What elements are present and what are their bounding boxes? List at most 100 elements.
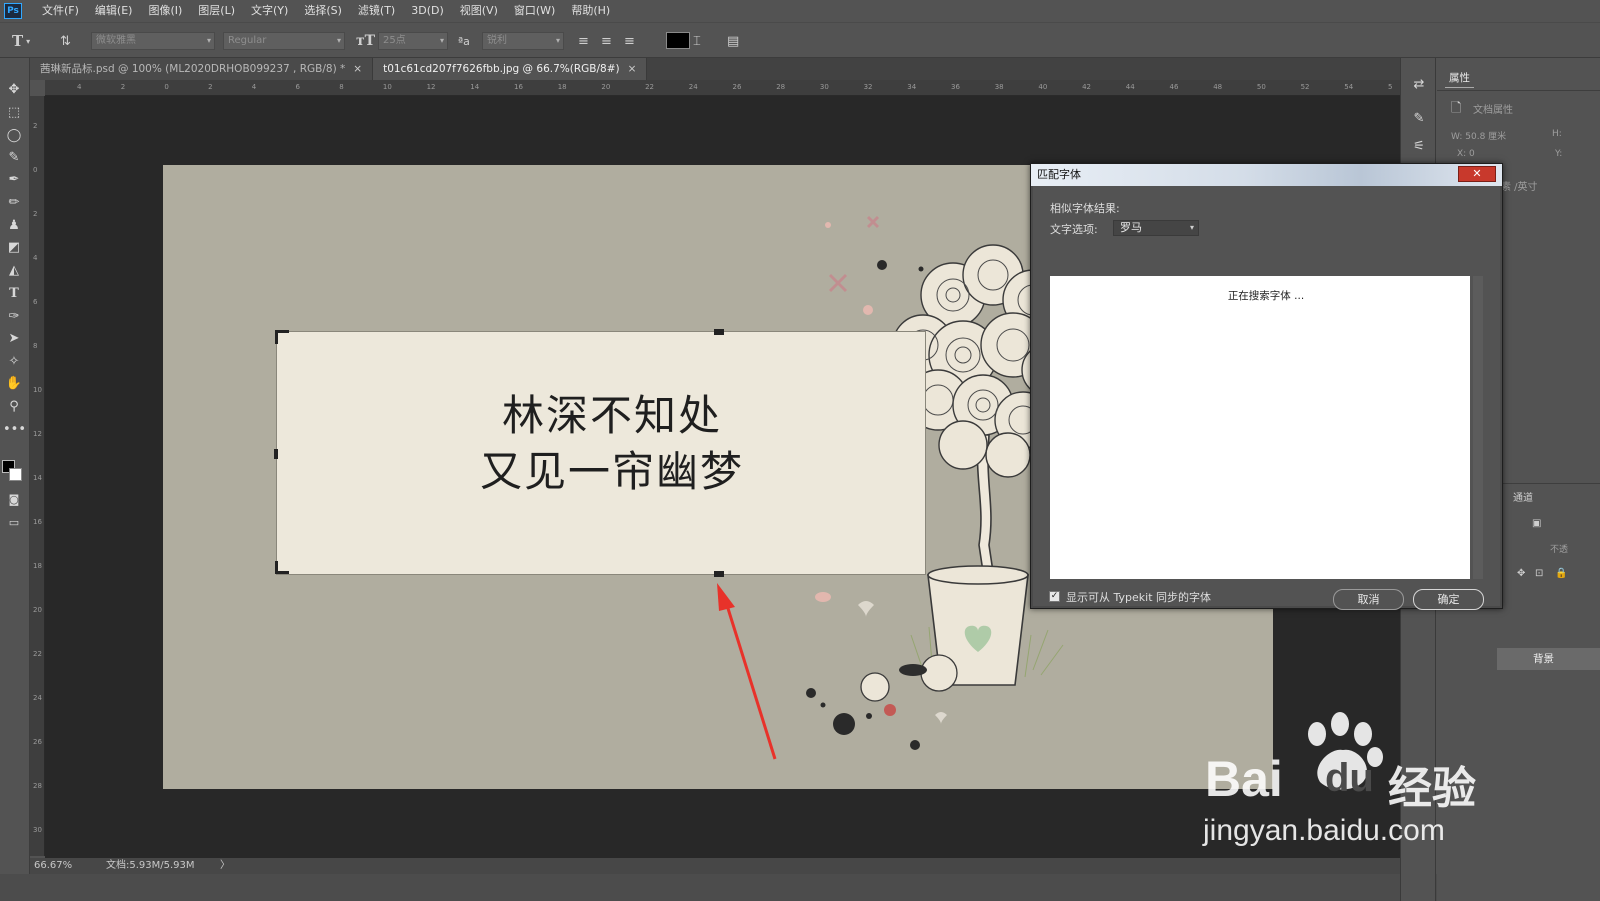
eraser-tool-icon[interactable]: ◩	[3, 238, 25, 258]
banner-line-1: 林深不知处	[501, 391, 722, 440]
stamp-tool-icon[interactable]: ♟	[3, 216, 25, 236]
type-tool-preset-icon[interactable]: T ▾	[12, 23, 30, 59]
ruler-tick-label: 4	[251, 83, 257, 91]
tab-document-psd[interactable]: 茜琳新品标.psd @ 100% (ML2020DRHOB099237 , RG…	[30, 58, 374, 80]
photoshop-logo-icon: Ps	[4, 3, 22, 19]
menu-type[interactable]: 文字(Y)	[243, 0, 296, 22]
dialog-title: 匹配字体	[1037, 168, 1081, 181]
ruler-tick-label: 16	[33, 518, 42, 526]
baidu-brand-c: 经验	[1388, 764, 1476, 813]
toggle-orientation-icon[interactable]: ⇅	[60, 23, 71, 59]
transform-handle[interactable]	[275, 561, 278, 574]
zoom-level[interactable]: 66.67%	[34, 858, 72, 874]
typekit-checkbox-label[interactable]: 显示可从 Typekit 同步的字体	[1066, 589, 1211, 605]
ruler-tick-label: 50	[1256, 83, 1266, 91]
ruler-tick-label: 12	[426, 83, 436, 91]
divider	[1437, 90, 1600, 91]
ruler-tick-label: 54	[1344, 83, 1354, 91]
text-color-swatch[interactable]	[666, 32, 690, 49]
options-bar: T ▾ ⇅ 微软雅黑 ▾ Regular ▾ ᴛT 25点 ▾ ªa 锐利 ▾ ≡ ≡ ≡…	[0, 22, 1600, 58]
transform-handle[interactable]	[275, 330, 278, 344]
warp-text-icon[interactable]: ⌶	[693, 23, 701, 59]
transform-handle[interactable]	[714, 571, 724, 577]
menu-layer[interactable]: 图层(L)	[190, 0, 243, 22]
vertical-ruler: 2 0 2 4 6 8 10 12 14 16 18 20 22 24 26 28 30	[30, 96, 45, 856]
history-panel-icon[interactable]: ⇄	[1410, 76, 1428, 94]
close-icon[interactable]: ×	[353, 63, 362, 75]
font-style-select[interactable]: Regular ▾	[223, 32, 345, 50]
menu-edit[interactable]: 编辑(E)	[87, 0, 141, 22]
align-right-icon[interactable]: ≡	[624, 23, 635, 59]
transform-handle[interactable]	[714, 329, 724, 335]
menu-image[interactable]: 图像(I)	[140, 0, 190, 22]
status-menu-arrow-icon[interactable]: 〉	[220, 858, 230, 874]
lasso-tool-icon[interactable]: ◯	[3, 126, 25, 146]
menu-filter[interactable]: 滤镜(T)	[350, 0, 403, 22]
close-icon[interactable]: ×	[628, 63, 637, 75]
banner-line-2: 又见一帘幽梦	[479, 447, 744, 496]
screen-mode-icon[interactable]: ▭	[3, 513, 25, 533]
pen-tool-icon[interactable]: ✑	[3, 307, 25, 327]
dialog-titlebar[interactable]: 匹配字体 ✕	[1031, 164, 1502, 186]
more-tools-icon[interactable]: •••	[3, 420, 26, 440]
layer-row[interactable]: 背景	[1497, 648, 1600, 670]
menu-3d[interactable]: 3D(D)	[403, 0, 452, 22]
typekit-checkbox[interactable]: ✓	[1049, 591, 1060, 602]
move-tool-icon[interactable]: ✥	[3, 80, 25, 100]
horizontal-ruler: 4 2 0 2 4 6 8 10 12 14 16 18 20 22 24 26 28 30 32 34 36 38 40 4…	[45, 80, 1400, 96]
opacity-label: 不透	[1550, 545, 1569, 555]
quick-mask-icon[interactable]: ◙	[3, 490, 25, 510]
text-option-select[interactable]: 罗马 ▾	[1113, 220, 1199, 236]
quick-select-tool-icon[interactable]: ✎	[3, 148, 25, 168]
artboard-icon[interactable]: ⊡	[1535, 568, 1543, 579]
font-size-select[interactable]: 25点 ▾	[378, 32, 448, 50]
ok-button[interactable]: 确定	[1413, 589, 1484, 610]
background-color-swatch[interactable]	[9, 468, 22, 481]
menu-file[interactable]: 文件(F)	[34, 0, 87, 22]
close-icon[interactable]: ✕	[1458, 166, 1496, 182]
searching-message: 正在搜索字体 ...	[1227, 290, 1305, 302]
brush-settings-icon[interactable]: ✎	[1410, 110, 1428, 128]
cancel-button[interactable]: 取消	[1333, 589, 1404, 610]
ruler-tick-label: 28	[33, 782, 42, 790]
image-icon[interactable]: ▣	[1532, 518, 1541, 529]
blur-tool-icon[interactable]: ◭	[3, 261, 25, 281]
font-family-select[interactable]: 微软雅黑 ▾	[91, 32, 215, 50]
tab-properties[interactable]: 属性	[1445, 68, 1474, 88]
font-results-list[interactable]: 正在搜索字体 ...	[1050, 276, 1470, 579]
menu-select[interactable]: 选择(S)	[296, 0, 350, 22]
results-scrollbar[interactable]	[1473, 276, 1483, 579]
eyedropper-tool-icon[interactable]: ✒	[3, 170, 25, 190]
path-select-tool-icon[interactable]: ➤	[3, 329, 25, 349]
ruler-tick-label: 6	[33, 298, 38, 306]
marquee-tool-icon[interactable]: ⬚	[3, 103, 25, 123]
ruler-tick-label: 0	[164, 83, 169, 91]
menu-window[interactable]: 窗口(W)	[506, 0, 563, 22]
menu-view[interactable]: 视图(V)	[452, 0, 506, 22]
align-center-icon[interactable]: ≡	[601, 23, 612, 59]
antialias-select[interactable]: 锐利 ▾	[482, 32, 564, 50]
adjustments-icon[interactable]: ⚟	[1410, 138, 1428, 156]
banner-text[interactable]: 林深不知处 又见一帘幽梦	[277, 388, 947, 500]
text-banner[interactable]: 林深不知处 又见一帘幽梦	[274, 329, 926, 577]
ruler-tick-label: 8	[339, 83, 344, 91]
shape-tool-icon[interactable]: ✧	[3, 352, 25, 372]
hand-tool-icon[interactable]: ✋	[3, 374, 25, 394]
ruler-tick-label: 14	[33, 474, 42, 482]
ruler-tick-label: 24	[33, 694, 42, 702]
brush-tool-icon[interactable]: ✏	[3, 193, 25, 213]
lock-position-icon[interactable]: ✥	[1517, 568, 1525, 579]
ruler-tick-label: 44	[1125, 83, 1135, 91]
type-tool-icon[interactable]: T	[3, 284, 25, 304]
ruler-tick-label: 24	[688, 83, 698, 91]
menu-help[interactable]: 帮助(H)	[563, 0, 618, 22]
align-left-icon[interactable]: ≡	[578, 23, 589, 59]
doc-size: 文档:5.93M/5.93M	[106, 860, 195, 871]
ruler-tick-label: 8	[33, 342, 38, 350]
transform-handle[interactable]	[274, 449, 278, 459]
tab-channels[interactable]: 通道	[1513, 489, 1533, 504]
character-panel-icon[interactable]: ▤	[727, 23, 739, 59]
tab-document-jpg[interactable]: t01c61cd207f7626fbb.jpg @ 66.7%(RGB/8#) ×	[373, 58, 648, 80]
zoom-tool-icon[interactable]: ⚲	[3, 397, 25, 417]
lock-icon[interactable]: 🔒	[1555, 568, 1567, 579]
